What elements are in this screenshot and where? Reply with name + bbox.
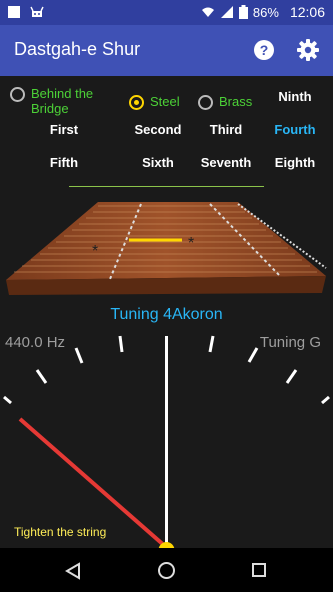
radio-brass[interactable]: Brass [198,94,252,110]
separator-line [69,186,264,187]
octave-third[interactable]: Third [196,122,256,137]
app-actions: ? [253,39,319,61]
status-right: 86% 12:06 [201,4,325,20]
octave-eighth[interactable]: Eighth [265,155,325,170]
frequency-readout: 440.0 Hz [5,334,66,351]
clock: 12:06 [289,4,325,20]
tuning-hint: Tighten the string [14,525,107,539]
status-bar: 86% 12:06 [0,0,333,25]
octave-fourth[interactable]: Fourth [265,122,325,137]
battery-icon [238,5,248,19]
octave-fifth[interactable]: Fifth [34,155,94,170]
navigation-bar [0,548,333,592]
help-icon[interactable]: ? [253,39,275,61]
battery-percent: 86% [252,4,279,20]
app-bar: Dastgah-e Shur ? [0,25,333,76]
back-icon[interactable] [64,562,82,580]
svg-text:*: * [92,243,98,260]
octave-sixth[interactable]: Sixth [128,155,188,170]
octave-seventh[interactable]: Seventh [196,155,256,170]
home-icon[interactable] [157,561,176,580]
octave-first[interactable]: First [34,122,94,137]
signal-icon [220,6,233,18]
octave-ninth[interactable]: Ninth [265,89,325,104]
santur-instrument-image[interactable]: * * [0,196,333,301]
radio-label-steel: Steel [150,94,180,109]
svg-text:*: * [188,235,194,252]
app-title: Dastgah-e Shur [14,39,141,59]
radio-label-behind-bridge: Behind the Bridge [31,86,94,116]
tuning-note-label: Tuning 4Akoron [110,306,223,323]
radio-behind-bridge[interactable]: Behind the Bridge [10,86,93,116]
radio-steel[interactable]: Steel [129,94,180,110]
wifi-icon [201,7,214,17]
tuner-gauge [3,335,330,548]
radio-circle [198,95,213,110]
octave-second[interactable]: Second [128,122,188,137]
radio-circle [129,95,144,110]
radio-circle [10,87,25,102]
status-left [8,5,44,19]
radio-label-brass: Brass [219,94,253,109]
settings-gear-icon[interactable] [297,39,319,61]
android-debug-icon [30,6,44,17]
notification-square-icon [8,6,20,18]
tuner-panel: Behind the Bridge Steel Brass Ninth Firs… [0,76,333,548]
svg-text:?: ? [260,42,269,58]
target-note-readout: Tuning G [259,334,321,351]
recents-icon[interactable] [251,562,267,578]
